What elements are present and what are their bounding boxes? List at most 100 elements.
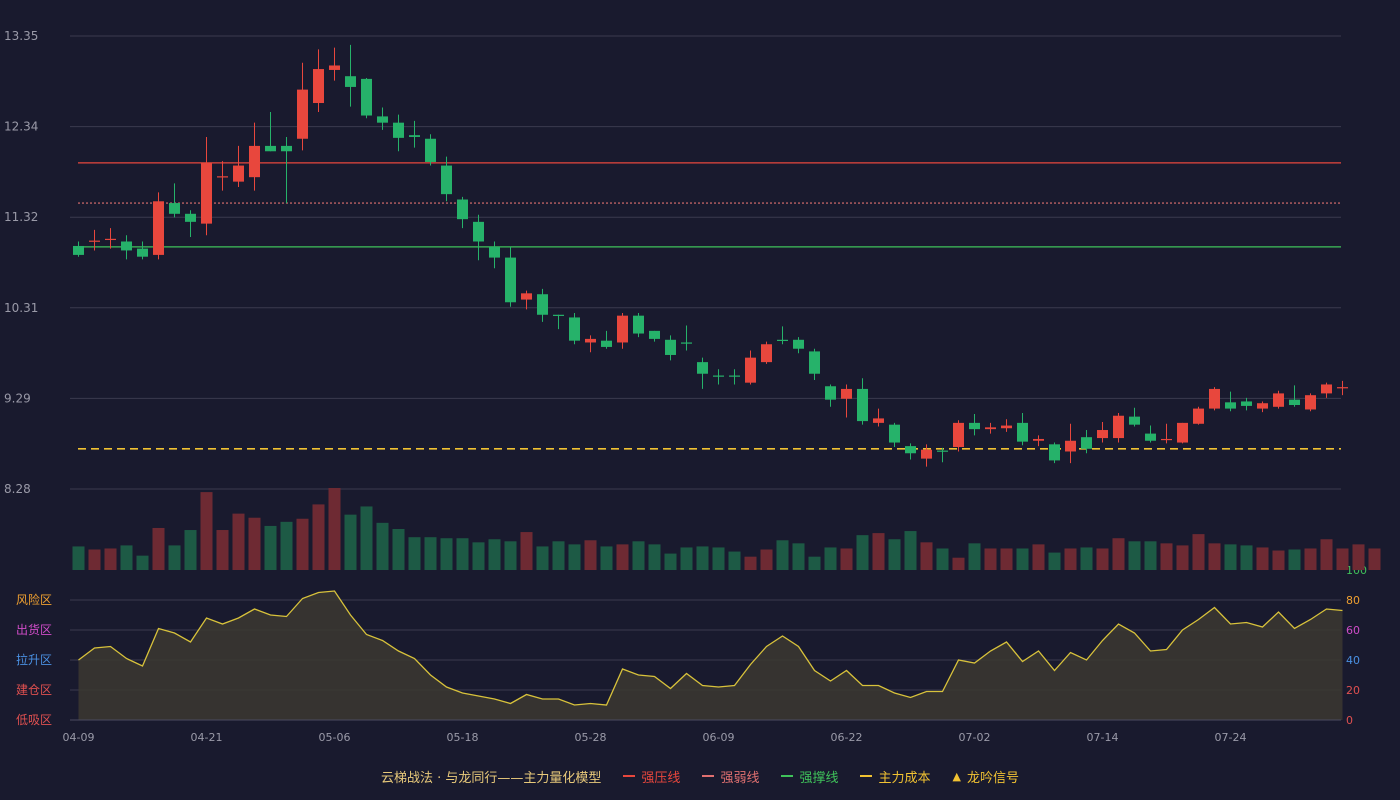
legend-label: 强撑线 [799,770,839,786]
volume-bar [440,538,453,570]
volume-bar [296,518,309,570]
candle-body [345,76,356,87]
volume-bar [1368,548,1381,570]
candle-body [1273,393,1284,407]
candle-body [73,245,84,255]
candle-body [89,240,100,242]
candle-body [569,317,580,341]
legend-item-main-cost: 主力成本 [860,767,930,786]
candle-body [1193,408,1204,424]
volume-bar [1224,544,1237,570]
x-tick-label: 06-09 [703,731,735,744]
volume-bar [1048,552,1061,570]
volume-bar [1192,534,1205,570]
candle-body [297,89,308,139]
volume-bar [632,541,645,570]
volume-bar [984,548,997,570]
candle-body [969,422,980,430]
x-tick-label: 04-09 [63,731,95,744]
volume-bar [872,533,885,570]
volume-bar [1288,549,1301,570]
volume-bar [1144,541,1157,570]
volume-bar [504,541,517,570]
legend-title: 云梯战法 · 与龙同行——主力量化模型 [381,770,602,786]
volume-bar [136,555,149,570]
legend-swatch [623,775,636,777]
volume-bar [520,532,533,570]
volume-bar [728,551,741,570]
candle-body [825,386,836,400]
volume-bar [408,537,421,570]
candle-body [409,135,420,137]
volume-bar [1112,538,1125,570]
candle-body [1033,438,1044,441]
volume-bar [120,545,133,570]
volume-bar [184,530,197,570]
price-tick-label: 11.32 [4,210,38,224]
volume-bar [264,525,277,570]
candle-body [233,165,244,182]
legend-swatch [860,775,873,777]
candle-body [985,427,996,430]
candle-body [761,344,772,363]
price-tick-label: 8.28 [4,482,31,496]
volume-bar [152,527,165,570]
chart-legend: 云梯战法 · 与龙同行——主力量化模型 强压线 强弱线 强撑线 主力成本 ▲ 龙吟… [0,766,1400,786]
candlestick-chart: 13.3512.3411.3210.319.298.28100806040200… [4,29,1381,744]
volume-bar [1080,547,1093,570]
candle-body [217,176,228,178]
x-tick-label: 06-22 [831,731,863,744]
volume-bar [920,542,933,570]
candle-body [1161,438,1172,441]
candle-body [137,248,148,257]
candle-body [601,340,612,347]
candle-body [809,351,820,374]
volume-bar [776,540,789,570]
x-tick-label: 07-14 [1087,731,1119,744]
candle-body [457,199,468,220]
candle-body [393,122,404,138]
volume-bar [312,504,325,570]
volume-bar [360,506,373,570]
volume-bar [344,514,357,570]
candle-body [793,339,804,349]
volume-bar [600,546,613,570]
candle-body [1097,430,1108,439]
price-tick-label: 10.31 [4,301,38,315]
candle-body [521,293,532,300]
candle-body [1337,387,1348,389]
volume-bar [1240,545,1253,570]
candle-body [1225,402,1236,409]
candle-body [1305,395,1316,410]
legend-label: 强弱线 [720,770,760,786]
volume-bar [488,539,501,570]
indicator-tick-label: 60 [1346,624,1360,637]
candle-body [937,450,948,452]
volume-bar [1208,543,1221,570]
candle-body [1321,384,1332,394]
candle-body [1049,444,1060,461]
volume-bar [792,543,805,570]
legend-label: 龙吟信号 [966,770,1019,786]
candle-body [441,165,452,195]
volume-bar [1304,548,1317,570]
candle-body [1257,403,1268,409]
volume-bar [1272,550,1285,570]
candle-body [729,375,740,377]
x-tick-label: 07-02 [959,731,991,744]
volume-bar [200,492,213,570]
indicator-tick-label: 40 [1346,654,1360,667]
indicator-zone-label: 出货区 [16,622,52,637]
volume-bar [424,537,437,570]
candle-body [633,315,644,334]
volume-bar [552,541,565,570]
volume-bar [840,548,853,570]
volume-bar [1096,548,1109,570]
volume-bar [376,522,389,570]
x-tick-label: 05-06 [319,731,351,744]
x-tick-label: 05-18 [447,731,479,744]
candle-body [553,314,564,316]
indicator-tick-label: 80 [1346,594,1360,607]
candle-body [185,213,196,222]
candle-body [1081,437,1092,449]
